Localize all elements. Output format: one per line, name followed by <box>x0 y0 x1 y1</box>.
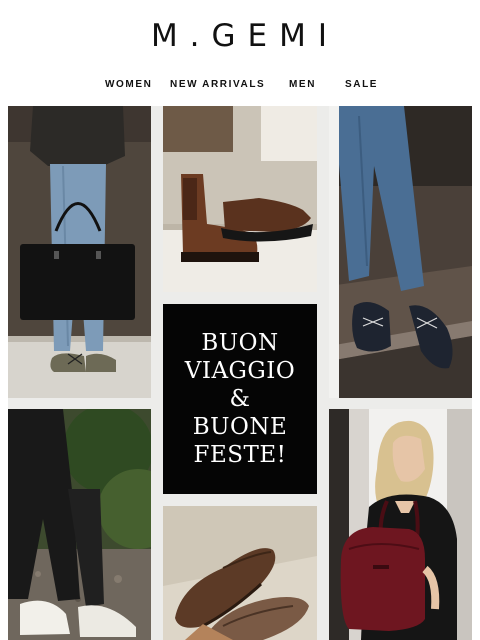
holiday-promo-banner[interactable]: BUON VIAGGIO & BUONE FESTE! <box>163 304 317 494</box>
email-header: M.GEMI WOMEN NEW ARRIVALS MEN SALE <box>0 0 480 100</box>
promo-line: BUON <box>201 330 279 356</box>
nav-item-new-arrivals[interactable]: NEW ARRIVALS <box>170 79 265 90</box>
promo-line: BUONE <box>192 414 288 440</box>
product-photo-grid: BUON VIAGGIO & BUONE FESTE! <box>8 106 472 640</box>
nav-item-men[interactable]: MEN <box>289 79 316 90</box>
brand-logo[interactable]: M.GEMI <box>0 18 480 54</box>
navy-ballet-flats-jeans-photo[interactable] <box>329 106 472 398</box>
nav-item-sale[interactable]: SALE <box>345 79 378 90</box>
brown-driving-loafers-photo[interactable] <box>163 506 317 640</box>
woman-black-tote-ballet-flats-photo[interactable] <box>8 106 151 398</box>
brown-chelsea-boots-photo[interactable] <box>163 106 317 292</box>
promo-message: BUON VIAGGIO & BUONE FESTE! <box>163 329 317 469</box>
main-nav: WOMEN NEW ARRIVALS MEN SALE <box>0 79 480 93</box>
nav-item-women[interactable]: WOMEN <box>105 79 152 90</box>
promo-line: & <box>229 386 251 412</box>
promo-line: VIAGGIO <box>184 358 296 384</box>
woman-burgundy-leather-backpack-photo[interactable] <box>329 409 472 640</box>
white-sneakers-black-pants-photo[interactable] <box>8 409 151 640</box>
promo-line: FESTE! <box>193 442 287 468</box>
